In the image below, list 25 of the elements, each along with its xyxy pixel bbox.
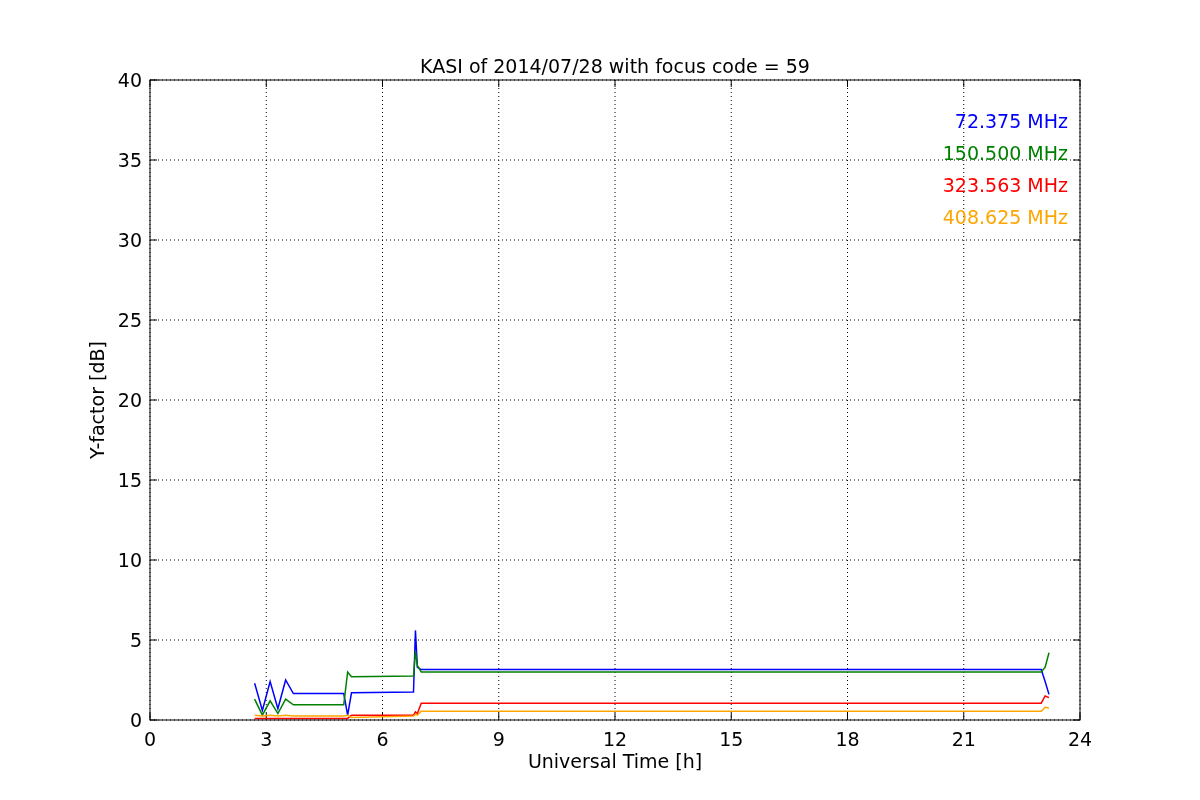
x-tick-label: 12: [602, 728, 628, 750]
y-tick-label: 30: [117, 229, 142, 251]
x-tick-label: 6: [376, 728, 389, 750]
x-tick-label: 3: [260, 728, 273, 750]
y-tick-label: 20: [117, 389, 142, 411]
x-tick-label: 21: [951, 728, 976, 750]
legend-label: 150.500 MHz: [942, 142, 1068, 164]
legend-label: 323.563 MHz: [942, 174, 1068, 196]
legend-label: 72.375 MHz: [954, 110, 1068, 132]
x-tick-label: 15: [719, 728, 744, 750]
y-axis-label: Y-factor [dB]: [86, 341, 108, 459]
y-tick-label: 25: [117, 309, 142, 331]
y-tick-label: 5: [129, 629, 142, 651]
x-tick-label: 0: [143, 728, 157, 750]
x-axis-label: Universal Time [h]: [527, 750, 703, 772]
legend-label: 408.625 MHz: [942, 206, 1068, 228]
y-tick-label: 35: [117, 149, 142, 171]
x-tick-label: 9: [492, 728, 505, 750]
y-tick-label: 40: [117, 69, 142, 91]
x-tick-label: 24: [1067, 728, 1093, 750]
chart-title: KASI of 2014/07/28 with focus code = 59: [420, 55, 810, 77]
y-tick-label: 0: [129, 709, 142, 731]
x-tick-label: 18: [835, 728, 860, 750]
y-tick-label: 15: [117, 469, 142, 491]
y-tick-label: 10: [117, 549, 142, 571]
